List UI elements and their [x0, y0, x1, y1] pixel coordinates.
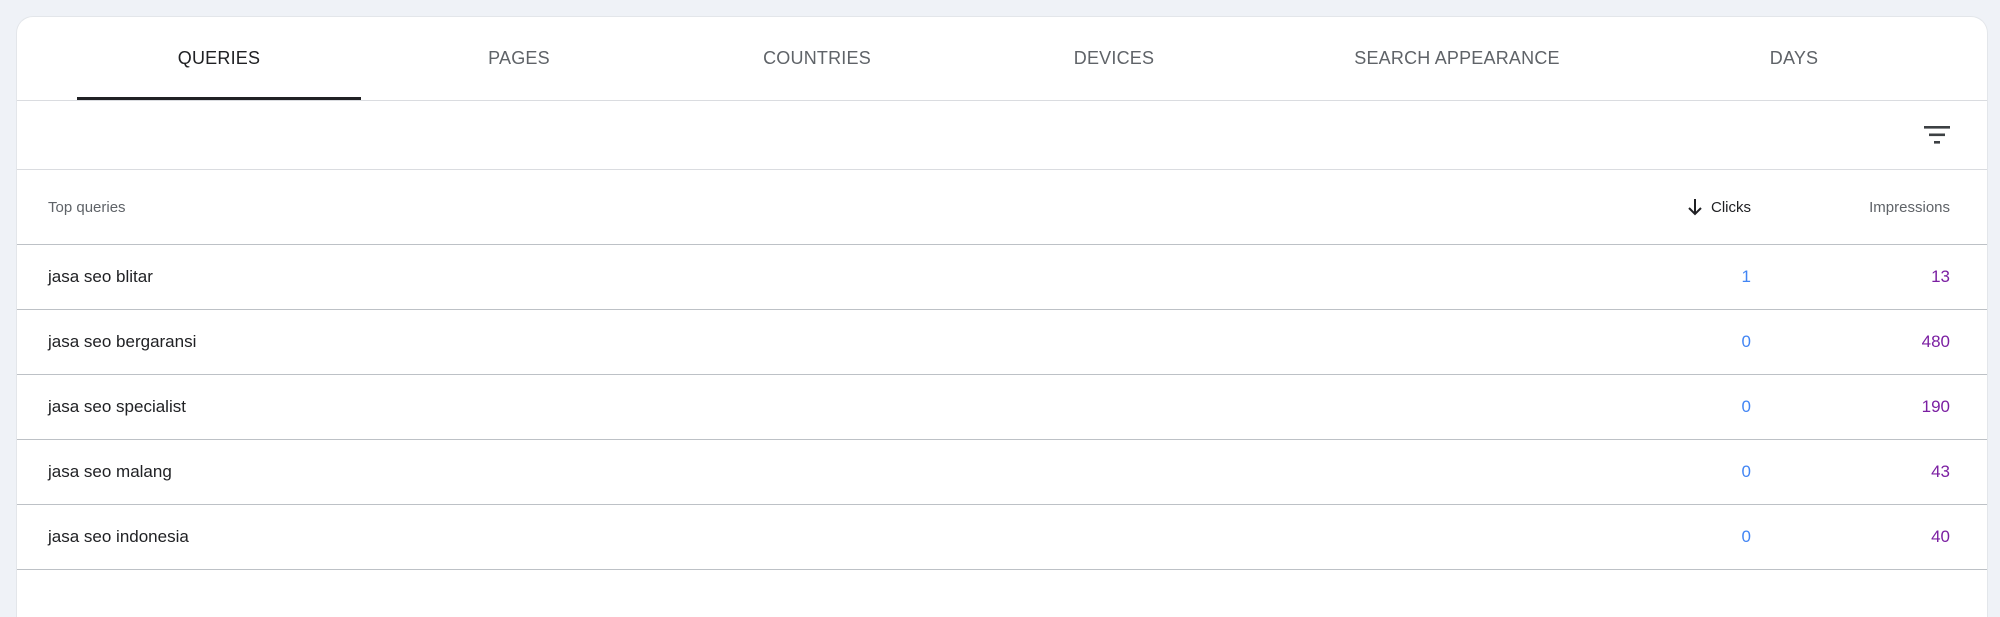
clicks-cell: 1	[1741, 267, 1751, 286]
dimension-tabs: QUERIES PAGES COUNTRIES DEVICES SEARCH A…	[17, 17, 1987, 101]
arrow-down-icon	[1688, 199, 1702, 216]
table-row[interactable]: jasa seo blitar 1 13	[17, 245, 1987, 310]
query-cell: jasa seo blitar	[48, 267, 153, 286]
table-row[interactable]: jasa seo malang 0 43	[17, 440, 1987, 505]
impressions-cell: 480	[1921, 332, 1950, 351]
tab-label: DEVICES	[1073, 48, 1155, 68]
tab-label: PAGES	[488, 48, 550, 68]
query-cell: jasa seo indonesia	[48, 527, 189, 546]
column-header-query: Top queries	[48, 198, 126, 216]
clicks-cell: 0	[1741, 462, 1751, 481]
column-header-clicks[interactable]: Clicks	[1687, 170, 1751, 244]
active-tab-indicator	[77, 97, 361, 100]
table-row[interactable]: jasa seo specialist 0 190	[17, 375, 1987, 440]
impressions-cell: 13	[1931, 267, 1950, 286]
impressions-cell: 190	[1921, 397, 1950, 416]
tab-devices[interactable]: DEVICES	[1004, 17, 1224, 100]
tab-label: COUNTRIES	[763, 48, 871, 68]
filter-bar	[17, 101, 1987, 170]
query-cell: jasa seo bergaransi	[48, 332, 197, 351]
table-row[interactable]: jasa seo indonesia 0 40	[17, 505, 1987, 570]
clicks-cell: 0	[1741, 332, 1751, 351]
tab-countries[interactable]: COUNTRIES	[707, 17, 927, 100]
clicks-cell: 0	[1741, 397, 1751, 416]
tab-pages[interactable]: PAGES	[409, 17, 629, 100]
tab-queries[interactable]: QUERIES	[77, 17, 361, 100]
clicks-cell: 0	[1741, 527, 1751, 546]
impressions-cell: 40	[1931, 527, 1950, 546]
column-header-clicks-label: Clicks	[1711, 198, 1751, 216]
table-header: Top queries Clicks Impressions	[17, 170, 1987, 245]
filter-button[interactable]	[1921, 119, 1953, 151]
column-header-impressions[interactable]: Impressions	[1869, 170, 1950, 244]
impressions-cell: 43	[1931, 462, 1950, 481]
query-cell: jasa seo malang	[48, 462, 172, 481]
filter-icon	[1924, 126, 1950, 144]
tab-days[interactable]: DAYS	[1694, 17, 1894, 100]
query-cell: jasa seo specialist	[48, 397, 186, 416]
tab-label: DAYS	[1769, 48, 1819, 68]
tab-search-appearance[interactable]: SEARCH APPEARANCE	[1307, 17, 1607, 100]
table-row[interactable]: jasa seo bergaransi 0 480	[17, 310, 1987, 375]
performance-table-card: QUERIES PAGES COUNTRIES DEVICES SEARCH A…	[17, 17, 1987, 617]
tab-label: QUERIES	[177, 48, 261, 68]
tab-label: SEARCH APPEARANCE	[1354, 48, 1560, 68]
